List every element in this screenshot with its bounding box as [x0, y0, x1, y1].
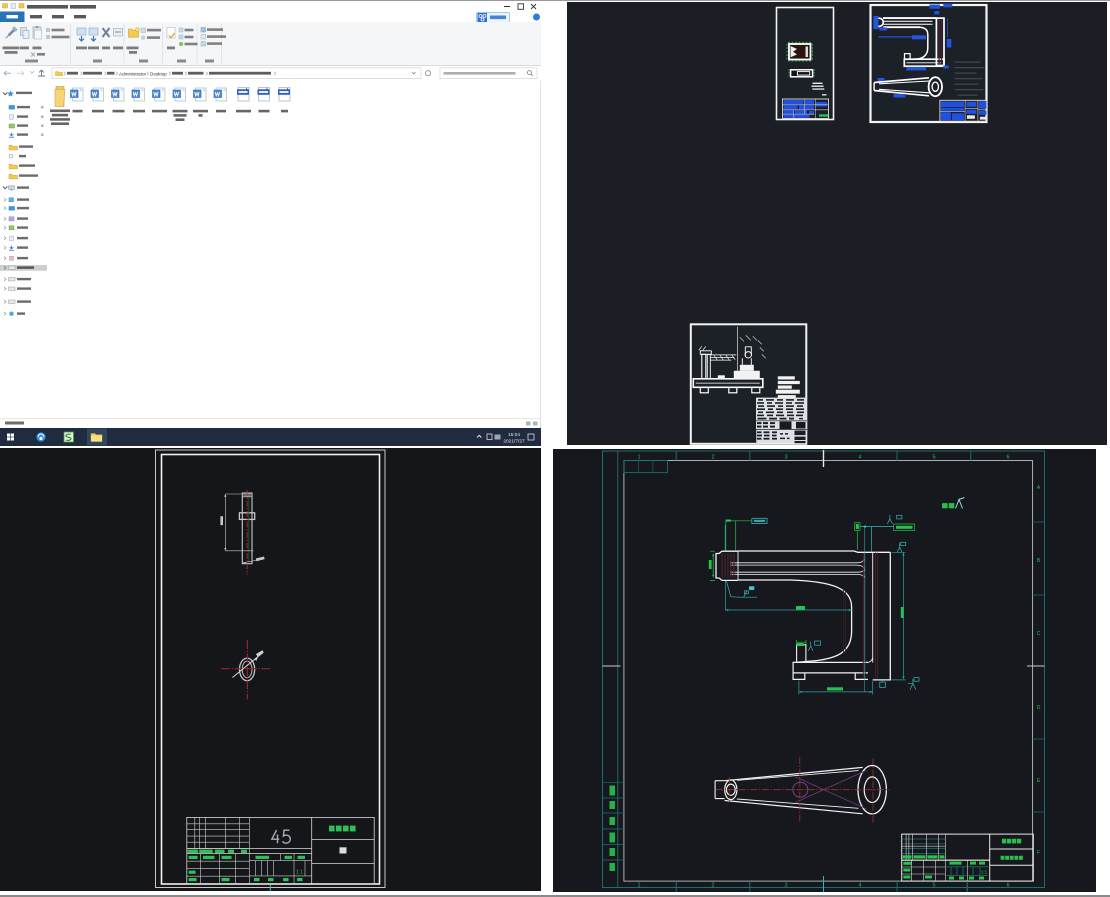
svg-text:A: A — [1037, 485, 1041, 491]
svg-text:B: B — [1037, 558, 1041, 564]
svg-text:E: E — [1037, 778, 1041, 784]
svg-text:2: 2 — [711, 882, 714, 888]
svg-text:3: 3 — [784, 455, 787, 461]
svg-text:F: F — [1037, 850, 1040, 856]
svg-text:5: 5 — [932, 882, 935, 888]
svg-text:4: 4 — [858, 455, 861, 461]
svg-text:D: D — [1037, 705, 1041, 711]
svg-text:1: 1 — [637, 455, 640, 461]
svg-text:5: 5 — [932, 455, 935, 461]
svg-text:2021/7/27: 2021/7/27 — [503, 439, 525, 445]
svg-text:1:1: 1:1 — [296, 870, 303, 876]
svg-text:1:1: 1:1 — [981, 870, 988, 875]
svg-text:6: 6 — [1006, 882, 1009, 888]
svg-text:C: C — [1037, 631, 1041, 637]
svg-text:15:04: 15:04 — [508, 432, 520, 438]
svg-text:6: 6 — [1006, 455, 1009, 461]
svg-text:2: 2 — [711, 455, 714, 461]
svg-text:1: 1 — [637, 882, 640, 888]
svg-text:3: 3 — [784, 882, 787, 888]
svg-text:4: 4 — [858, 882, 861, 888]
